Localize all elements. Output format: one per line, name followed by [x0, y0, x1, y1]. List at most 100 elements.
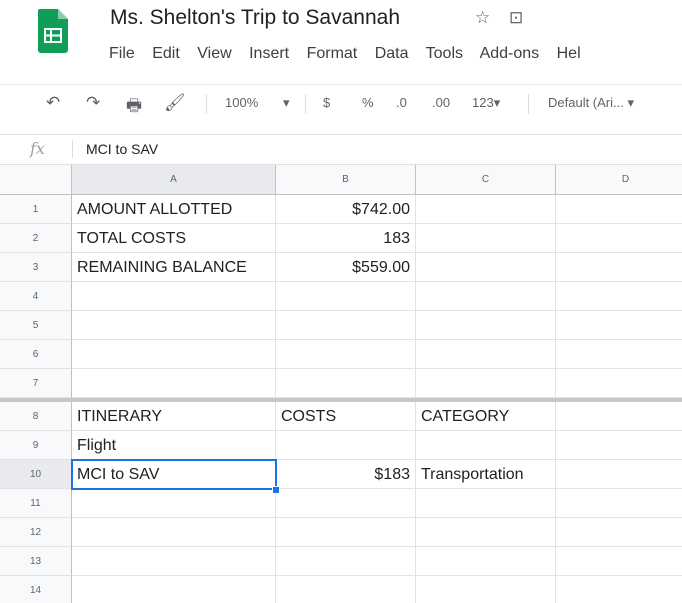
cell-a7[interactable] — [72, 369, 276, 398]
row-header-5[interactable]: 5 — [0, 311, 72, 340]
row-header-14[interactable]: 14 — [0, 576, 72, 603]
cell-a2[interactable]: TOTAL COSTS — [72, 224, 276, 253]
cell-b6[interactable] — [276, 340, 416, 369]
row-header-3[interactable]: 3 — [0, 253, 72, 282]
cell-d1[interactable] — [556, 195, 682, 224]
menu-addons[interactable]: Add-ons — [480, 45, 540, 62]
cell-c10[interactable]: Transportation — [416, 460, 556, 489]
formula-input[interactable]: MCI to SAV — [86, 141, 158, 157]
cell-d6[interactable] — [556, 340, 682, 369]
cell-d12[interactable] — [556, 518, 682, 547]
move-to-folder-icon[interactable]: ⊡ — [509, 8, 523, 27]
cell-d5[interactable] — [556, 311, 682, 340]
cell-d7[interactable] — [556, 369, 682, 398]
cell-d4[interactable] — [556, 282, 682, 311]
cell-c12[interactable] — [416, 518, 556, 547]
row-header-7[interactable]: 7 — [0, 369, 72, 398]
font-select[interactable]: Default (Ari... ▾ — [548, 95, 634, 111]
cell-b1[interactable]: $742.00 — [276, 195, 416, 224]
currency-format-button[interactable]: $ — [323, 95, 330, 110]
menu-help[interactable]: Hel — [557, 45, 581, 62]
row-header-8[interactable]: 8 — [0, 402, 72, 431]
chevron-down-icon[interactable]: ▾ — [283, 95, 290, 111]
column-header-d[interactable]: D — [556, 165, 682, 195]
cell-d3[interactable] — [556, 253, 682, 282]
row-header-10[interactable]: 10 — [0, 460, 72, 489]
cell-a9[interactable]: Flight — [72, 431, 276, 460]
star-icon[interactable]: ☆ — [475, 8, 490, 27]
row-header-6[interactable]: 6 — [0, 340, 72, 369]
fill-handle[interactable] — [272, 486, 280, 494]
column-header-b[interactable]: B — [276, 165, 416, 195]
cell-c2[interactable] — [416, 224, 556, 253]
cell-b13[interactable] — [276, 547, 416, 576]
cell-a14[interactable] — [72, 576, 276, 603]
row-header-12[interactable]: 12 — [0, 518, 72, 547]
cell-c9[interactable] — [416, 431, 556, 460]
menu-data[interactable]: Data — [375, 45, 409, 62]
cell-c1[interactable] — [416, 195, 556, 224]
column-header-a[interactable]: A — [72, 165, 276, 195]
cell-d10[interactable] — [556, 460, 682, 489]
row-header-11[interactable]: 11 — [0, 489, 72, 518]
cell-c8[interactable]: CATEGORY — [416, 402, 556, 431]
cell-b5[interactable] — [276, 311, 416, 340]
row-header-1[interactable]: 1 — [0, 195, 72, 224]
cell-a8[interactable]: ITINERARY — [72, 402, 276, 431]
row-header-4[interactable]: 4 — [0, 282, 72, 311]
document-title[interactable]: Ms. Shelton's Trip to Savannah — [110, 6, 400, 30]
cell-c3[interactable] — [416, 253, 556, 282]
cell-a12[interactable] — [72, 518, 276, 547]
column-header-c[interactable]: C — [416, 165, 556, 195]
cell-b12[interactable] — [276, 518, 416, 547]
increase-decimal-button[interactable]: .00 — [432, 95, 450, 110]
cell-d9[interactable] — [556, 431, 682, 460]
redo-icon[interactable]: ↷ — [86, 93, 100, 113]
cell-a4[interactable] — [72, 282, 276, 311]
percent-format-button[interactable]: % — [362, 95, 374, 110]
cell-d8[interactable] — [556, 402, 682, 431]
cell-b8[interactable]: COSTS — [276, 402, 416, 431]
cell-a13[interactable] — [72, 547, 276, 576]
cell-d11[interactable] — [556, 489, 682, 518]
select-all-corner[interactable] — [0, 165, 72, 195]
menu-format[interactable]: Format — [307, 45, 358, 62]
menu-edit[interactable]: Edit — [152, 45, 180, 62]
cell-d13[interactable] — [556, 547, 682, 576]
row-header-13[interactable]: 13 — [0, 547, 72, 576]
cell-b3[interactable]: $559.00 — [276, 253, 416, 282]
cell-b14[interactable] — [276, 576, 416, 603]
menu-view[interactable]: View — [197, 45, 231, 62]
decrease-decimal-button[interactable]: .0 — [396, 95, 407, 110]
cell-a3[interactable]: REMAINING BALANCE — [72, 253, 276, 282]
undo-icon[interactable]: ↶ — [46, 93, 60, 113]
print-icon[interactable]: 🖶 — [126, 93, 142, 122]
cell-a1[interactable]: AMOUNT ALLOTTED — [72, 195, 276, 224]
cell-c6[interactable] — [416, 340, 556, 369]
paint-format-icon[interactable]: 🖌 — [164, 93, 186, 113]
cell-c14[interactable] — [416, 576, 556, 603]
cell-b7[interactable] — [276, 369, 416, 398]
menu-tools[interactable]: Tools — [426, 45, 463, 62]
row-header-2[interactable]: 2 — [0, 224, 72, 253]
cell-b9[interactable] — [276, 431, 416, 460]
cell-a11[interactable] — [72, 489, 276, 518]
cell-a6[interactable] — [72, 340, 276, 369]
cell-c7[interactable] — [416, 369, 556, 398]
menu-file[interactable]: File — [109, 45, 135, 62]
cell-b10[interactable]: $183 — [276, 460, 416, 489]
cell-c13[interactable] — [416, 547, 556, 576]
more-formats-button[interactable]: 123▾ — [472, 95, 500, 111]
cell-a5[interactable] — [72, 311, 276, 340]
zoom-select[interactable]: 100% — [225, 95, 258, 110]
cell-c11[interactable] — [416, 489, 556, 518]
cell-c5[interactable] — [416, 311, 556, 340]
menu-insert[interactable]: Insert — [249, 45, 289, 62]
cell-d14[interactable] — [556, 576, 682, 603]
cell-b4[interactable] — [276, 282, 416, 311]
cell-d2[interactable] — [556, 224, 682, 253]
cell-b11[interactable] — [276, 489, 416, 518]
cell-b2[interactable]: 183 — [276, 224, 416, 253]
cell-a10[interactable]: MCI to SAV — [72, 460, 276, 489]
row-header-9[interactable]: 9 — [0, 431, 72, 460]
